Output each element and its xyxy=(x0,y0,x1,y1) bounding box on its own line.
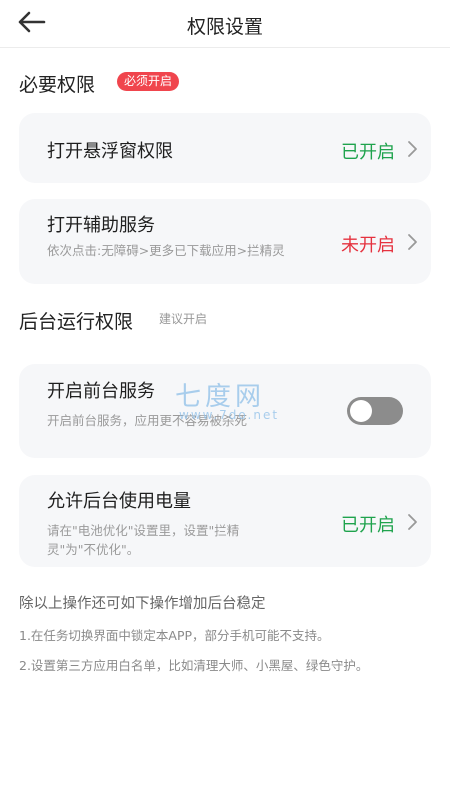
battery-title: 允许后台使用电量 xyxy=(47,491,191,512)
footer-title: 除以上操作还可如下操作增加后台稳定 xyxy=(19,596,266,612)
battery-desc: 请在"电池优化"设置里，设置"拦精灵"为"不优化"。 xyxy=(47,523,240,557)
accessibility-card[interactable]: 打开辅助服务 依次点击:无障碍>更多已下载应用>拦精灵 未开启 xyxy=(19,199,431,284)
chevron-right-icon xyxy=(408,514,417,530)
floating-window-status: 已开启 xyxy=(341,142,395,163)
accessibility-desc: 依次点击:无障碍>更多已下载应用>拦精灵 xyxy=(47,243,285,258)
recommend-hint: 建议开启 xyxy=(159,312,208,326)
footer-line-2: 2.设置第三方应用白名单，比如清理大师、小黑屋、绿色守护。 xyxy=(19,658,369,673)
section-title-required: 必要权限 xyxy=(19,74,96,96)
floating-window-card[interactable]: 打开悬浮窗权限 已开启 xyxy=(19,113,431,183)
foreground-service-desc: 开启前台服务，应用更不容易被杀死 xyxy=(47,413,248,428)
page-title: 权限设置 xyxy=(186,16,263,38)
chevron-right-icon xyxy=(408,234,417,250)
chevron-right-icon xyxy=(408,141,417,157)
floating-window-title: 打开悬浮窗权限 xyxy=(47,141,173,162)
toggle-knob xyxy=(350,400,372,422)
foreground-service-card: 开启前台服务 开启前台服务，应用更不容易被杀死 xyxy=(19,364,431,458)
app-header: 权限设置 xyxy=(0,0,450,48)
accessibility-title: 打开辅助服务 xyxy=(47,215,155,236)
foreground-service-title: 开启前台服务 xyxy=(47,381,155,402)
foreground-service-toggle[interactable] xyxy=(347,397,403,425)
battery-status: 已开启 xyxy=(341,515,395,536)
section-title-background: 后台运行权限 xyxy=(19,311,134,333)
accessibility-status: 未开启 xyxy=(341,235,395,256)
footer-line-1: 1.在任务切换界面中锁定本APP，部分手机可能不支持。 xyxy=(19,628,330,643)
required-badge: 必须开启 xyxy=(117,72,180,91)
battery-card[interactable]: 允许后台使用电量 请在"电池优化"设置里，设置"拦精灵"为"不优化"。 已开启 xyxy=(19,475,431,567)
